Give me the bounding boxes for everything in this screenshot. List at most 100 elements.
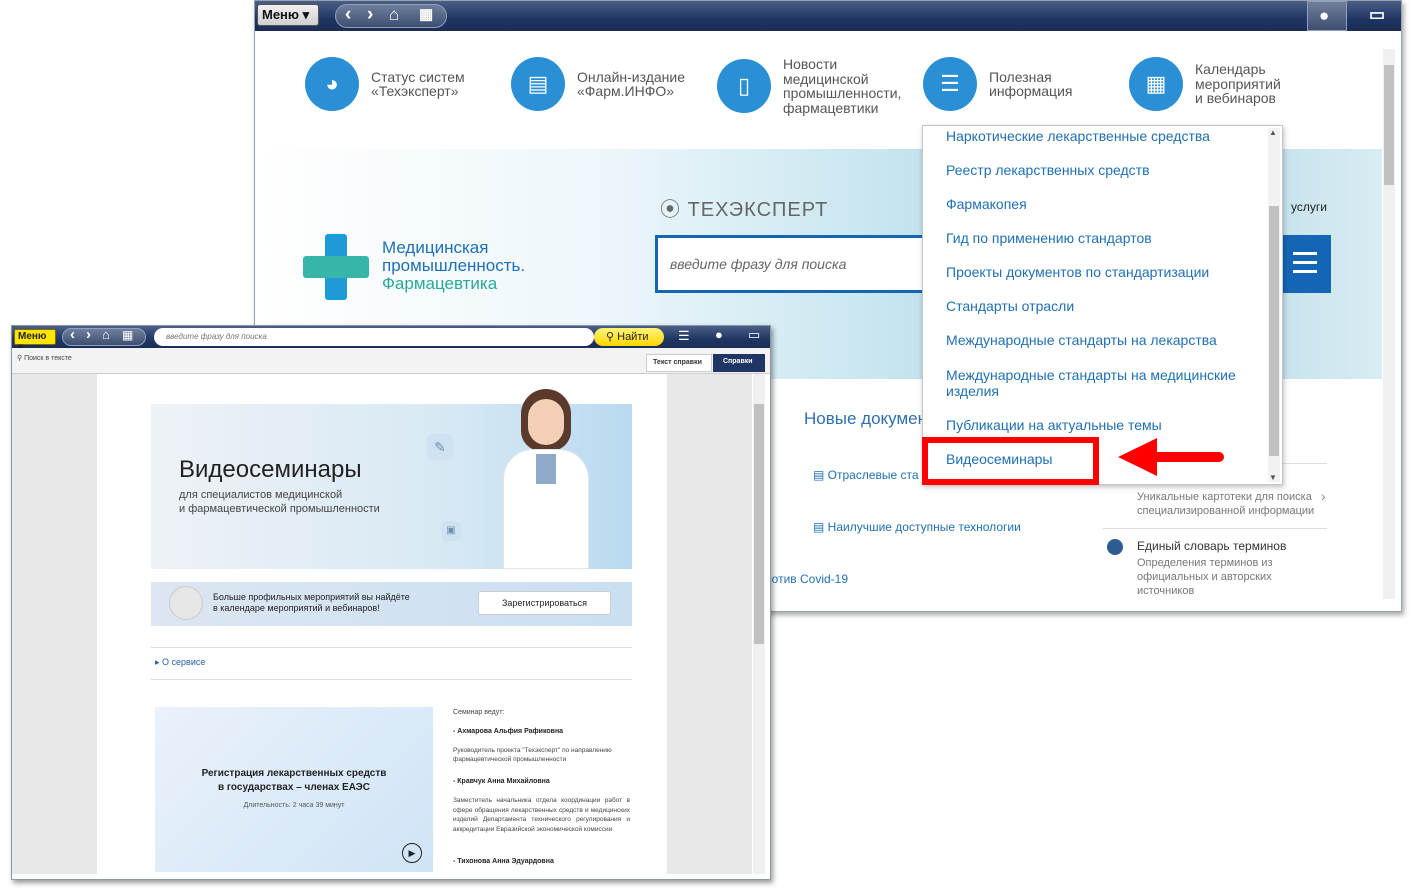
- dictionary-icon: [1107, 539, 1123, 555]
- grid-icon[interactable]: ▦: [419, 3, 433, 27]
- home-icon[interactable]: ⌂: [389, 3, 399, 27]
- doc-margin-left: [12, 374, 97, 874]
- medical-cross-logo: [303, 234, 369, 300]
- find-button[interactable]: ⚲ Найти: [594, 328, 664, 346]
- dictionary-title[interactable]: Единый словарь терминов: [1137, 539, 1286, 553]
- play-icon[interactable]: ▶: [402, 843, 422, 863]
- pill-icon: ✎: [427, 434, 453, 460]
- hamburger-button[interactable]: [1277, 235, 1331, 293]
- seminar-led-label: Семинар ведут:: [453, 709, 505, 716]
- help-scrollbar[interactable]: [753, 374, 765, 874]
- scrollbar-thumb[interactable]: [1384, 65, 1394, 185]
- topic-label: Новости медицинской промышленности, фарм…: [783, 56, 902, 116]
- speaker-name: - Ахмарова Альфия Рафиковна: [453, 728, 564, 735]
- scroll-down-icon[interactable]: ▼: [1269, 473, 1277, 482]
- dropdown-item[interactable]: Фармакопея: [946, 196, 1246, 213]
- promo-text: Больше профильных мероприятий вы найдёте…: [213, 592, 410, 613]
- speaker-role: Руководитель проекта "Техэксперт" по нап…: [453, 747, 612, 763]
- logo-accent: Фармацевтика: [382, 274, 498, 293]
- document-icon: ▯: [717, 59, 771, 113]
- topic-farm-info[interactable]: ▤ Онлайн-издание «Фарм.ИНФО»: [511, 57, 685, 111]
- new-docs-heading: Новые документ: [804, 409, 935, 428]
- dropdown-item[interactable]: Стандарты отрасли: [946, 298, 1246, 315]
- dropdown-item[interactable]: Международные стандарты на медицинские и…: [946, 367, 1246, 399]
- services-label[interactable]: услуги: [1291, 200, 1327, 214]
- topic-useful-info[interactable]: ☰ Полезная информация: [923, 57, 1072, 111]
- divider: [151, 647, 632, 648]
- card-description: Уникальные картотеки для поиска специали…: [1137, 491, 1315, 517]
- dropdown-item[interactable]: Реестр лекарственных средств: [946, 162, 1246, 179]
- topic-label: Календарь мероприятий и вебинаров: [1195, 61, 1281, 107]
- dropdown-item[interactable]: Проекты документов по стандартизации: [946, 264, 1246, 281]
- menu-label: Меню: [18, 331, 47, 342]
- calendar-icon: ▦: [1129, 57, 1183, 111]
- main-search-input[interactable]: введите фразу для поиска: [655, 235, 935, 293]
- forward-icon[interactable]: ›: [86, 326, 91, 343]
- user-icon[interactable]: ●: [715, 327, 723, 342]
- document-area: Видеосеминары для специалистов медицинск…: [97, 374, 667, 874]
- topic-calendar[interactable]: ▦ Календарь мероприятий и вебинаров: [1129, 57, 1281, 111]
- tab-references[interactable]: Справки: [713, 354, 765, 372]
- back-icon[interactable]: ‹: [345, 3, 351, 27]
- help-menu-button[interactable]: Меню ▾: [14, 329, 56, 353]
- topic-news[interactable]: ▯ Новости медицинской промышленности, фа…: [717, 57, 901, 115]
- chevron-right-icon[interactable]: ›: [1321, 488, 1326, 504]
- search-in-text[interactable]: ⚲ Поиск в тексте: [17, 354, 72, 364]
- rs-logo-icon: ◕: [305, 57, 359, 111]
- link-best-technologies[interactable]: ▤ Наилучшие доступные технологии: [813, 520, 1021, 534]
- tab-help-text[interactable]: Текст справки: [646, 354, 712, 372]
- home-icon[interactable]: ⌂: [102, 327, 110, 342]
- useful-info-dropdown: Наркотические лекарственные средства Рее…: [922, 125, 1283, 485]
- about-label: О сервисе: [162, 657, 206, 667]
- seminar-duration: Длительность: 2 часа 39 минут: [243, 802, 345, 809]
- search-in-text-label: Поиск в тексте: [24, 355, 72, 362]
- divider: [1103, 528, 1327, 529]
- dictionary-description: Определения терминов из официальных и ав…: [1137, 557, 1273, 597]
- hero-title: Видеосеминары: [179, 456, 362, 483]
- topic-status[interactable]: ◕ Статус систем «Техэксперт»: [305, 57, 465, 111]
- grid-icon[interactable]: ▦: [122, 328, 133, 342]
- highlight-frame: [922, 437, 1099, 485]
- main-toolbar: Меню ▾ ‹ › ⌂ ▦ ● ▭: [255, 1, 1401, 31]
- feedback-icon[interactable]: ▭: [1369, 3, 1385, 27]
- red-arrow-icon: [1118, 438, 1224, 476]
- brand-text: ТЕХЭКСПЕРТ: [687, 199, 829, 221]
- camera-icon: ▣: [441, 521, 461, 541]
- main-scrollbar[interactable]: [1383, 49, 1395, 599]
- dropdown-item[interactable]: Публикации на актуальные темы: [946, 417, 1246, 434]
- menu-button[interactable]: Меню ▾: [257, 4, 319, 26]
- dropdown-item[interactable]: Гид по применению стандартов: [946, 230, 1246, 247]
- help-toolbar: Меню ▾ ‹ › ⌂ ▦ введите фразу для поиска …: [12, 326, 770, 353]
- forward-icon[interactable]: ›: [367, 3, 373, 27]
- user-icon[interactable]: ●: [1319, 4, 1329, 28]
- find-label: Найти: [617, 331, 649, 343]
- scrollbar-thumb[interactable]: [1269, 206, 1279, 456]
- link-label: Наилучшие доступные технологии: [827, 520, 1021, 534]
- scrollbar-thumb[interactable]: [754, 404, 764, 644]
- link-industry-standards[interactable]: ▤ Отраслевые ста: [813, 468, 919, 482]
- link-covid[interactable]: ротив Covid-19: [765, 572, 848, 586]
- hamburger-icon[interactable]: ☰: [678, 328, 690, 344]
- brand-logo: ⦿ ТЕХЭКСПЕРТ: [660, 199, 829, 221]
- dropdown-item[interactable]: Наркотические лекарственные средства: [946, 128, 1246, 145]
- menu-label: Меню: [262, 7, 300, 22]
- seminar-title: Регистрация лекарственных средств в госу…: [201, 768, 387, 793]
- divider: [151, 679, 632, 680]
- dropdown-item[interactable]: Международные стандарты на лекарства: [946, 332, 1246, 349]
- hero-subtitle: для специалистов медицинской и фармацевт…: [179, 489, 380, 515]
- monitor-icon: ▤: [511, 57, 565, 111]
- register-button[interactable]: Зарегистрироваться: [478, 591, 611, 615]
- speaker-role: Заместитель начальника отдела координаци…: [453, 797, 630, 833]
- dropdown-scrollbar[interactable]: ▲ ▼: [1268, 128, 1280, 482]
- topic-label: Статус систем «Техэксперт»: [371, 68, 465, 99]
- help-search-input[interactable]: введите фразу для поиска: [154, 328, 594, 346]
- logo-text: Медицинская промышленность. Фармацевтика: [382, 239, 525, 293]
- back-icon[interactable]: ‹: [70, 326, 75, 343]
- about-service-toggle[interactable]: ▸ О сервисе: [155, 657, 205, 668]
- feedback-icon[interactable]: ▭: [748, 327, 760, 343]
- help-window: Меню ▾ ‹ › ⌂ ▦ введите фразу для поиска …: [11, 325, 771, 880]
- calendar-globe-icon: [169, 586, 203, 620]
- scroll-up-icon[interactable]: ▲: [1269, 128, 1277, 137]
- logo-title: Медицинская промышленность.: [382, 238, 526, 275]
- speaker-name: - Кравчук Анна Михайловна: [453, 778, 550, 785]
